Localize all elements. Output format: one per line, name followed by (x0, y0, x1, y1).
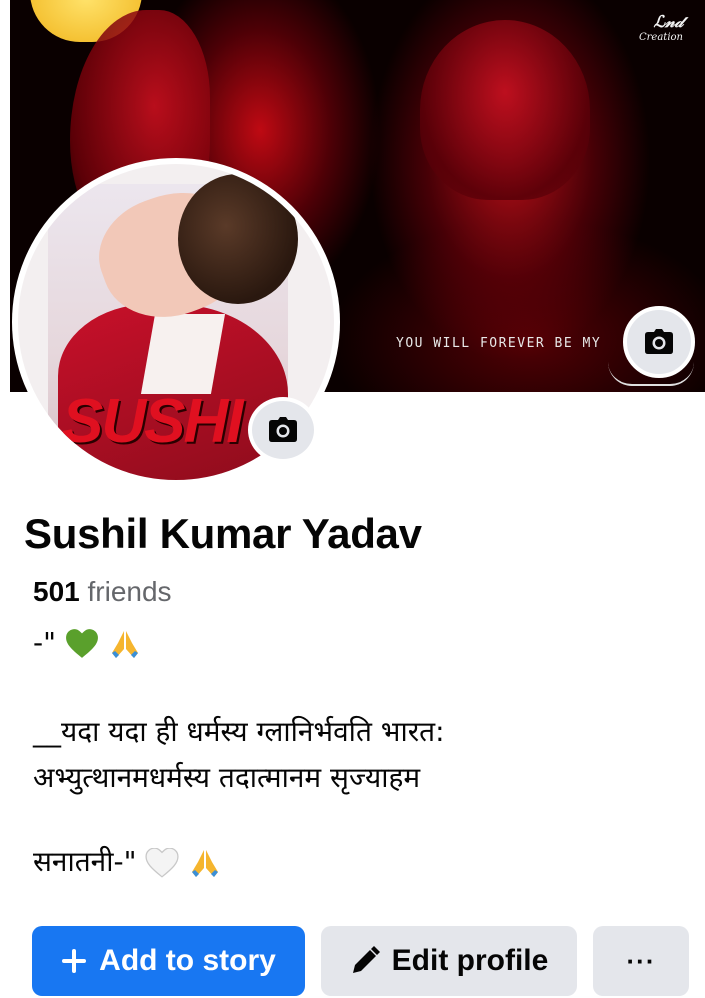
camera-icon (269, 417, 297, 442)
bio-line-4: सनातनी-" (33, 842, 222, 880)
friends-number: 501 (33, 576, 80, 607)
bio-line-2: __यदा यदा ही धर्मस्य ग्लानिर्भवति भारत: (33, 715, 445, 748)
add-to-story-button[interactable]: Add to story (32, 926, 305, 996)
edit-cover-button[interactable] (623, 306, 695, 378)
edit-profile-label: Edit profile (391, 944, 549, 977)
folded-hands-icon (192, 850, 219, 877)
bio-line-1: -" (33, 626, 142, 659)
edit-profile-picture-button[interactable] (248, 397, 318, 463)
green-heart-icon (65, 629, 98, 658)
white-heart-icon (145, 848, 179, 878)
camera-icon (645, 329, 673, 354)
friends-label: friends (79, 576, 172, 607)
avatar-hair (178, 174, 298, 304)
add-to-story-label: Add to story (99, 944, 276, 977)
bio-line-3: अभ्युत्थानमधर्मस्य तदात्मानम सृज्याहम (33, 761, 421, 794)
profile-name: Sushil Kumar Yadav (24, 510, 422, 557)
cover-figure-right (420, 20, 590, 200)
avatar-overlay-text: SUSHI (62, 387, 243, 456)
plus-icon (62, 949, 87, 973)
folded-hands-icon (111, 631, 138, 658)
cover-caption: YOU WILL FOREVER BE MY (396, 336, 602, 351)
pencil-icon (352, 946, 380, 973)
friends-count[interactable]: 501 friends (33, 576, 172, 608)
cover-watermark: ℒ𝓃𝒹 Creation (639, 12, 683, 43)
edit-profile-button[interactable]: Edit profile (321, 926, 577, 996)
more-dots-icon: ··· (626, 945, 656, 976)
more-options-button[interactable]: ··· (593, 926, 689, 996)
